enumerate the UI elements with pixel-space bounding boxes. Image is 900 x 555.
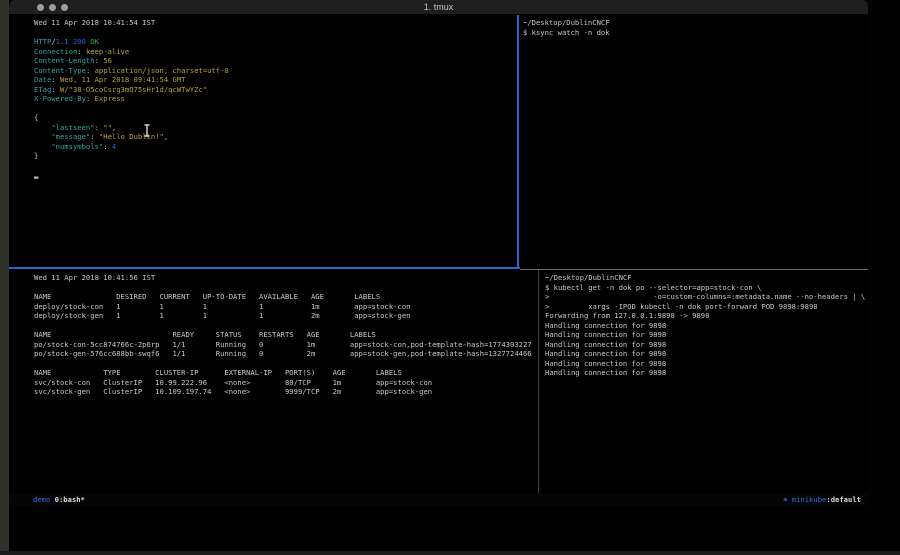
terminal-line	[34, 104, 542, 114]
terminal-window: 1. tmux Wed 11 Apr 2018 10:41:54 IST HTTP…	[9, 0, 868, 506]
terminal-line: Handling connection for 9898	[545, 368, 873, 378]
terminal-line: ~/Desktop/DublinCNCF	[545, 273, 873, 283]
terminal-line: > xargs -IPOD kubectl -n dok port-forwar…	[545, 302, 873, 312]
terminal-line: "lastseen": "",	[34, 123, 542, 133]
terminal-line: deploy/stock-con 1 1 1 1 1m app=stock-co…	[34, 302, 562, 312]
kube-helm-icon: ⎈	[783, 495, 792, 504]
terminal-line: Handling connection for 9898	[545, 359, 873, 369]
terminal-line	[34, 28, 542, 38]
pane-divider-horizontal-active[interactable]	[9, 267, 520, 269]
kube-context-indicator: ⎈ minikube:default	[783, 493, 861, 506]
terminal-line: Handling connection for 9898	[545, 321, 873, 331]
terminal-line: Handling connection for 9898	[545, 349, 873, 359]
screen: { "window": { "title": "1. tmux" }, "col…	[0, 0, 900, 555]
terminal-line: Wed 11 Apr 2018 10:41:56 IST	[34, 273, 562, 283]
tmux-content: Wed 11 Apr 2018 10:41:54 IST HTTP/1.1 200…	[9, 15, 868, 493]
terminal-line: svc/stock-con ClusterIP 10.99.222.96 <no…	[34, 378, 562, 388]
terminal-line: NAME READY STATUS RESTARTS AGE LABELS	[34, 330, 562, 340]
terminal-line: Connection: keep-alive	[34, 47, 542, 57]
terminal-line: svc/stock-gen ClusterIP 10.109.197.74 <n…	[34, 387, 562, 397]
terminal-line: Date: Wed, 11 Apr 2018 09:41:54 GMT	[34, 75, 542, 85]
terminal-line: ▂	[34, 170, 542, 180]
terminal-line: NAME TYPE CLUSTER-IP EXTERNAL-IP PORT(S)…	[34, 368, 562, 378]
tmux-status-bar: demo 0:bash* ⎈ minikube:default	[9, 493, 868, 506]
terminal-line: Handling connection for 9898	[545, 330, 873, 340]
screen-edge-bottom	[0, 551, 900, 555]
terminal-line	[34, 161, 542, 171]
pane-divider-horizontal[interactable]	[520, 269, 868, 270]
terminal-line: Handling connection for 9898	[545, 340, 873, 350]
terminal-line: X-Powered-By: Express	[34, 94, 542, 104]
pane-port-forward[interactable]: ~/Desktop/DublinCNCF$ kubectl get -n dok…	[540, 270, 873, 496]
terminal-line: "message": "Hello Dublin!",	[34, 132, 542, 142]
terminal-line	[34, 283, 562, 293]
terminal-line: "numsymbols": 4	[34, 142, 542, 152]
session-name: demo	[33, 495, 50, 504]
terminal-line: {	[34, 113, 542, 123]
terminal-line: NAME DESIRED CURRENT UP-TO-DATE AVAILABL…	[34, 292, 562, 302]
terminal-line: deploy/stock-gen 1 1 1 1 2m app=stock-ge…	[34, 311, 562, 321]
terminal-line: $ ksync watch -n dok	[523, 28, 871, 38]
pane-divider-vertical-bottom[interactable]	[538, 270, 539, 493]
terminal-line: po/stock-con-5cc874766c-2p6rp 1/1 Runnin…	[34, 340, 562, 350]
pane-kubectl-tables[interactable]: Wed 11 Apr 2018 10:41:56 IST NAME DESIRED…	[9, 270, 562, 496]
macos-titlebar: 1. tmux	[9, 0, 868, 15]
terminal-line: po/stock-gen-576cc688bb-swqf6 1/1 Runnin…	[34, 349, 562, 359]
terminal-line: HTTP/1.1 200 OK	[34, 37, 542, 47]
terminal-line: Content-Type: application/json; charset=…	[34, 66, 542, 76]
ibeam-cursor	[143, 122, 151, 141]
terminal-line	[34, 321, 562, 331]
terminal-line: > -o=custom-columns=:metadata.name --no-…	[545, 292, 873, 302]
window-label[interactable]: 0:bash*	[55, 495, 85, 504]
terminal-line: $ kubectl get -n dok po --selector=app=s…	[545, 283, 873, 293]
pane-http-response[interactable]: Wed 11 Apr 2018 10:41:54 IST HTTP/1.1 200…	[9, 15, 542, 269]
status-left: demo 0:bash*	[33, 493, 85, 506]
terminal-line: Content-Length: 56	[34, 56, 542, 66]
screen-edge-left	[0, 0, 9, 555]
terminal-line	[34, 359, 562, 369]
pane-divider-vertical-top-active[interactable]	[517, 15, 519, 267]
terminal-line: Forwarding from 127.0.0.1:9898 -> 9898	[545, 311, 873, 321]
terminal-line: ETag: W/"38-O5coCsrg3mQ75sHr1d/qcWTwYZc"	[34, 85, 542, 95]
terminal-line: ~/Desktop/DublinCNCF	[523, 18, 871, 28]
kube-namespace: :default	[826, 495, 861, 504]
window-title: 1. tmux	[9, 2, 868, 12]
terminal-line: Wed 11 Apr 2018 10:41:54 IST	[34, 18, 542, 28]
pane-ksync-watch[interactable]: ~/Desktop/DublinCNCF$ ksync watch -n dok	[520, 15, 871, 269]
terminal-line: }	[34, 151, 542, 161]
kube-context: minikube	[792, 495, 827, 504]
